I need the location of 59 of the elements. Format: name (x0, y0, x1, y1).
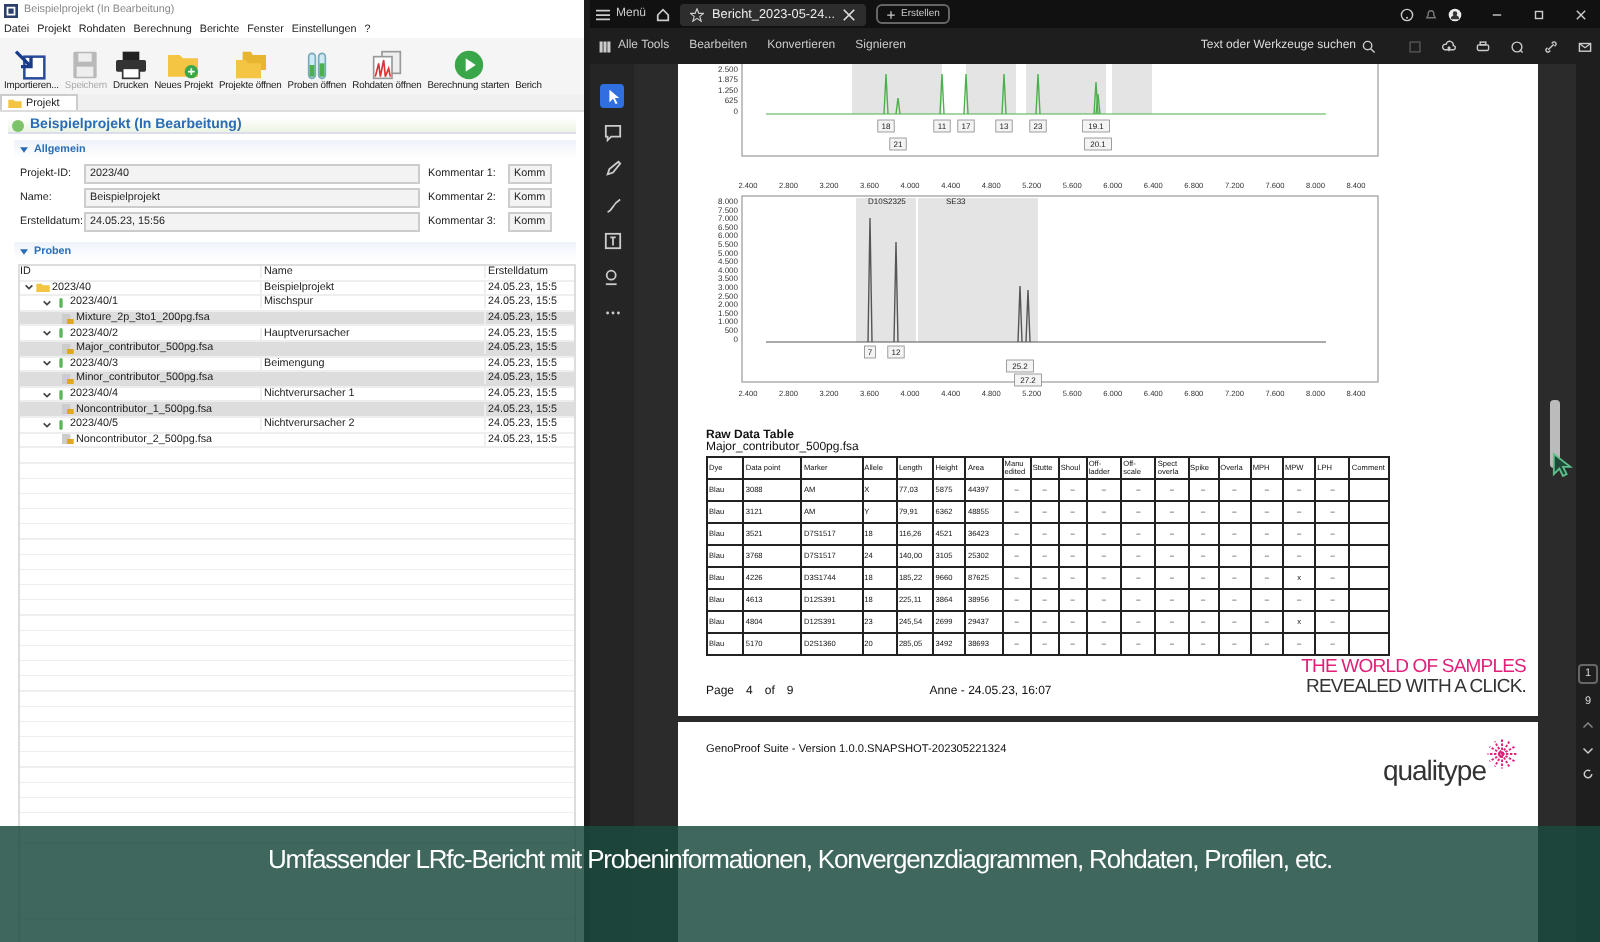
mail-icon[interactable] (1578, 39, 1592, 53)
import-icon (14, 50, 49, 80)
slogan: THE WORLD OF SAMPLES (1301, 658, 1526, 678)
file-lock-icon (60, 373, 74, 384)
text-box-icon (603, 231, 621, 249)
file-lock-icon (60, 404, 74, 415)
plus-icon (886, 9, 897, 19)
comment-icon (603, 123, 621, 141)
slogan: REVEALED WITH A CLICK. (1306, 678, 1526, 698)
close-icon[interactable] (842, 7, 857, 21)
maximize-icon[interactable] (1532, 7, 1546, 21)
status-dot-icon (12, 119, 24, 131)
test-tube-icon (54, 297, 68, 308)
chevron-icon[interactable] (42, 328, 52, 339)
test-tube-icon (54, 358, 68, 369)
close-icon[interactable] (1574, 7, 1588, 21)
avatar-icon[interactable] (1448, 7, 1462, 21)
chevron-icon[interactable] (42, 389, 52, 400)
printer-icon[interactable] (1476, 39, 1490, 53)
highlighter-icon (603, 195, 621, 213)
chevron-icon[interactable] (42, 419, 52, 430)
star-icon (690, 7, 705, 21)
sparkle-icon (1486, 738, 1518, 770)
grid-icon (598, 39, 612, 53)
help-icon[interactable] (1400, 7, 1414, 21)
play-icon (451, 50, 486, 80)
draw-tool[interactable] (600, 156, 624, 180)
link-icon[interactable] (1544, 39, 1558, 53)
chart-documents-icon (369, 50, 404, 80)
chevron-up-icon[interactable] (1582, 720, 1594, 732)
select-tool[interactable] (600, 84, 624, 108)
home-icon[interactable] (656, 7, 671, 21)
mouse-cursor-icon (1552, 452, 1574, 478)
comment-tool[interactable] (600, 120, 624, 144)
test-tube-icon (54, 328, 68, 339)
search-icon (1362, 39, 1376, 53)
text-tool[interactable] (600, 228, 624, 252)
bell-icon[interactable] (1424, 7, 1438, 21)
menu-icon (596, 7, 610, 21)
chevron-down-icon[interactable] (1582, 744, 1594, 756)
caret-icon (20, 247, 28, 255)
chevron-icon[interactable] (42, 358, 52, 369)
file-lock-icon (60, 343, 74, 354)
folders-icon (233, 50, 268, 80)
refresh-icon[interactable] (1582, 768, 1594, 780)
cursor-arrow-icon (603, 87, 621, 105)
folder-plus-icon (166, 50, 201, 80)
folder-icon (8, 98, 22, 108)
test-tube-icon (54, 389, 68, 400)
file-lock-icon (60, 313, 74, 324)
stamp-icon (603, 267, 621, 285)
test-tube-icon (54, 419, 68, 430)
file-lock-icon (60, 434, 74, 445)
caret-icon (20, 145, 28, 153)
logo-text: qualitype (1382, 754, 1486, 786)
printer-icon (113, 50, 148, 80)
caption-text: Umfassender LRfc-Bericht mit Probeninformationen, Konvergenzdiagrammen, Rohdaten, Profilen, etc. (267, 844, 1333, 876)
cloud-upload-icon[interactable] (1442, 39, 1456, 53)
pen-icon (603, 159, 621, 177)
